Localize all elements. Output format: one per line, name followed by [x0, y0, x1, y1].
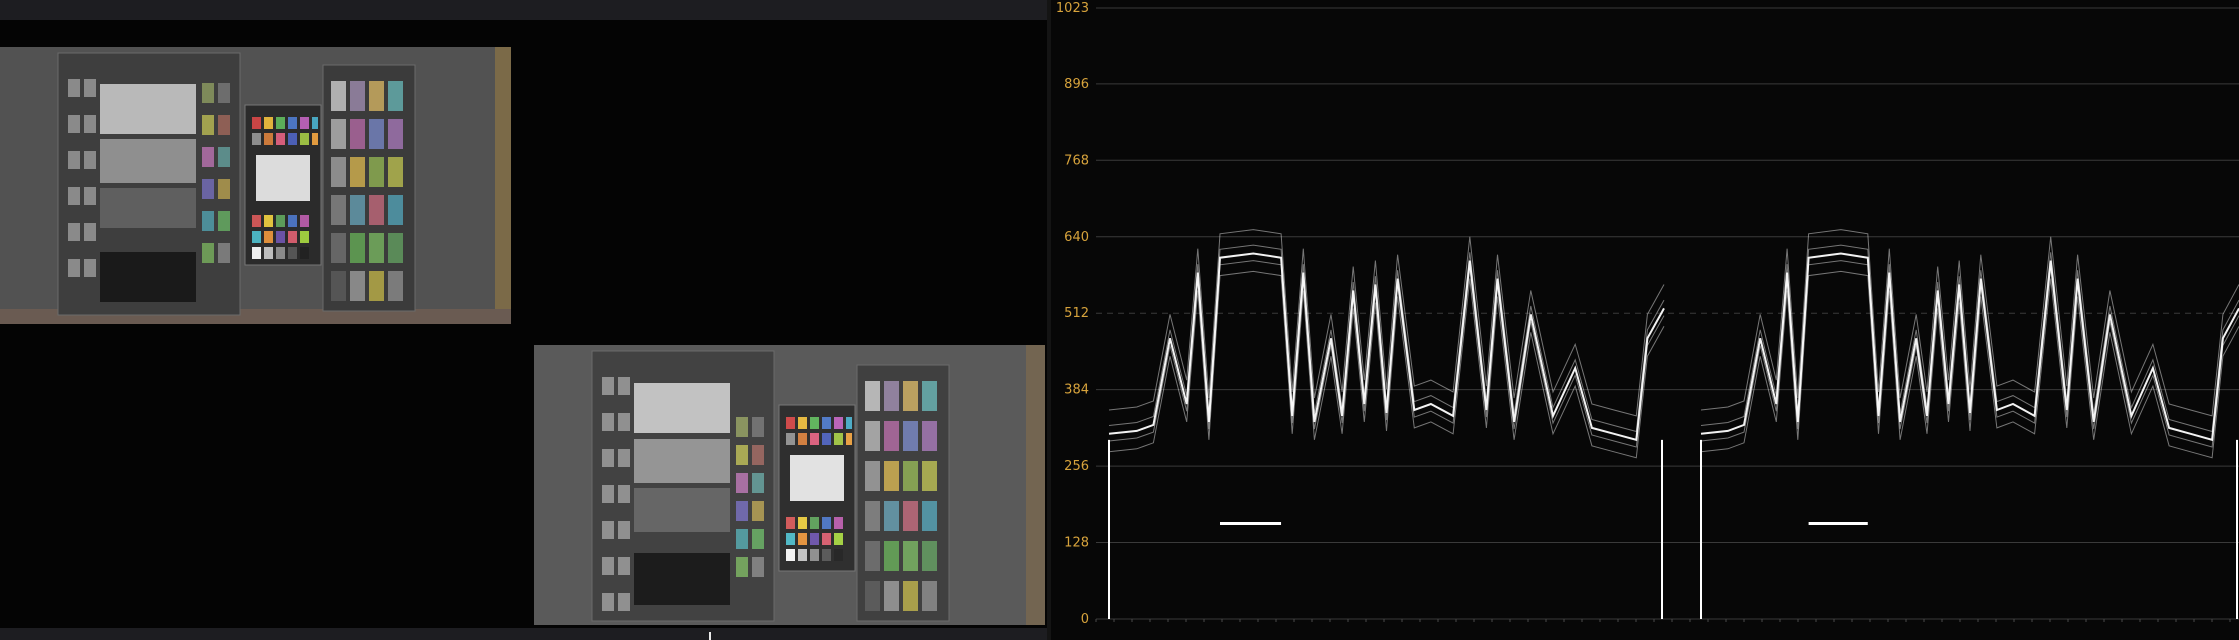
- scale-label: 128: [1064, 536, 1089, 551]
- graded-clip-frame[interactable]: [534, 345, 1045, 625]
- scale-label: 256: [1064, 459, 1089, 474]
- scale-label: 1023: [1056, 1, 1089, 16]
- waveform-graph: 1023 896 768 640 512 384 256 128 0: [1051, 0, 2239, 640]
- scale-label: 640: [1064, 230, 1089, 245]
- scale-label: 0: [1081, 612, 1089, 627]
- scale-label: 512: [1064, 306, 1089, 321]
- source-clip-frame[interactable]: [0, 47, 511, 324]
- scale-label: 896: [1064, 77, 1089, 92]
- viewer-top-bar: [0, 0, 1047, 20]
- waveform-scope: 1023 896 768 640 512 384 256 128 0: [1051, 0, 2239, 640]
- playhead-marker[interactable]: [709, 632, 711, 640]
- viewer-timeline-bar[interactable]: [0, 628, 1047, 640]
- color-chart-image: [534, 345, 1045, 625]
- scale-label: 768: [1064, 153, 1089, 168]
- scale-label: 384: [1064, 383, 1089, 398]
- color-chart-image: [0, 47, 511, 324]
